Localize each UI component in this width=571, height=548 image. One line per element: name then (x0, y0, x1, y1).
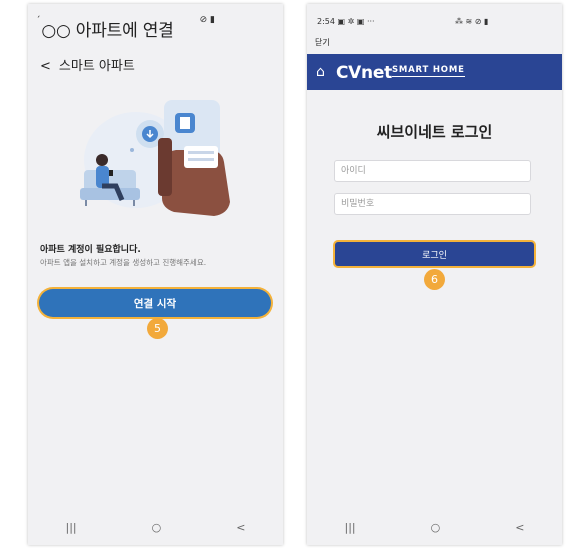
illus-person-head (96, 154, 108, 166)
phone-screen-right: 2:54 ▣ ✲ ▣ ··· ⁂ ≋ ⊘ ▮ 닫기 ⌂ CVnet SMART … (307, 4, 562, 545)
system-nav-bar: ||| ○ < (28, 519, 283, 535)
phone-screen-left: ⊘ ▮ ˊ○○ 아파트에 연결 < 스마트 아파트 아파트 계정이 필요합니다.… (28, 4, 283, 545)
illus-login-line (188, 151, 214, 154)
id-input[interactable] (334, 160, 531, 182)
status-bar-icons: ⁂ ≋ ⊘ ▮ (455, 17, 489, 26)
illus-building (180, 117, 190, 129)
requirement-title: 아파트 계정이 필요합니다. (40, 245, 141, 255)
home-nav-icon[interactable]: ○ (152, 521, 162, 534)
smart-home-label: SMART HOME (392, 65, 465, 77)
back-nav-icon[interactable]: < (515, 521, 524, 534)
status-bar-left: 2:54 ▣ ✲ ▣ ··· (317, 17, 375, 26)
status-bar-icons: ⊘ ▮ (199, 15, 215, 25)
recent-apps-icon[interactable]: ||| (345, 521, 356, 534)
illus-login-card (184, 146, 218, 168)
illus-dot (130, 148, 134, 152)
back-chevron-icon: < (40, 59, 51, 74)
status-time: 2:54 (317, 17, 335, 26)
smart-apartment-illustration (80, 100, 230, 216)
title-tick: ˊ (36, 16, 41, 26)
back-nav-icon[interactable]: < (236, 521, 245, 534)
login-button[interactable]: 로그인 (335, 242, 534, 266)
close-button[interactable]: 닫기 (315, 37, 330, 48)
home-nav-icon[interactable]: ○ (431, 521, 441, 534)
cvnet-logo: CVnet (336, 63, 392, 83)
illus-person-phone (109, 170, 113, 176)
connect-start-button[interactable]: 연결 시작 (39, 289, 271, 317)
step-badge-6: 6 (424, 269, 445, 290)
system-nav-bar: ||| ○ < (307, 519, 562, 535)
illus-login-line (188, 158, 214, 161)
cvnet-header: ⌂ CVnet SMART HOME (307, 54, 562, 90)
illus-sofa-seat (80, 188, 140, 200)
back-label: 스마트 아파트 (58, 59, 135, 74)
home-icon: ⌂ (316, 64, 325, 80)
status-notification-icons: ▣ ✲ ▣ ··· (337, 17, 375, 26)
step-badge-5: 5 (147, 318, 168, 339)
recent-apps-icon[interactable]: ||| (66, 521, 77, 534)
back-button[interactable]: < 스마트 아파트 (40, 55, 135, 74)
login-title: 씨브이네트 로그인 (376, 123, 493, 141)
requirement-description: 아파트 앱을 설치하고 계정을 생성하고 진행해주세요. (40, 258, 207, 267)
page-title-text: ○○ 아파트에 연결 (41, 21, 174, 41)
illus-sleeve (158, 138, 172, 196)
password-input[interactable] (334, 193, 531, 215)
page-title: ˊ○○ 아파트에 연결 (36, 16, 174, 41)
